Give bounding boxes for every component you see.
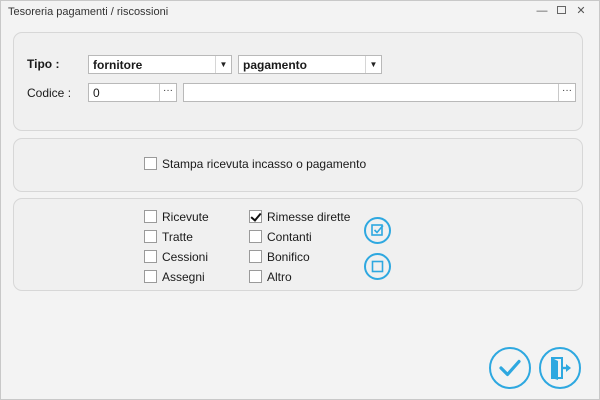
codice-description-input[interactable]: ··· [183,83,576,102]
print-receipt-label: Stampa ricevuta incasso o pagamento [162,157,367,171]
exit-button[interactable] [539,347,581,389]
maximize-icon [556,6,566,14]
print-receipt-checkbox[interactable] [144,157,157,170]
dialog-window: Tesoreria pagamenti / riscossioni — ✕ Ti… [0,0,600,400]
chevron-down-icon[interactable]: ▼ [215,56,231,73]
description-lookup-button[interactable]: ··· [558,84,575,101]
checkbox-cessioni[interactable] [144,250,157,263]
deselect-all-button[interactable] [364,253,391,280]
checkbox-assegni[interactable] [144,270,157,283]
label-assegni: Assegni [162,270,205,284]
label-rimesse-dirette: Rimesse dirette [267,210,351,224]
check-all-icon [371,224,384,236]
title-bar: Tesoreria pagamenti / riscossioni — ✕ [1,1,599,23]
selection-panel: Tipo : fornitore ▼ pagamento ▼ Codice : … [13,32,583,131]
exit-door-icon [551,357,571,380]
confirm-button[interactable] [489,347,531,389]
payment-types-panel: Ricevute Tratte Cessioni Assegni Rimesse… [13,198,583,291]
select-all-button[interactable] [364,217,391,244]
chevron-down-icon[interactable]: ▼ [365,56,381,73]
print-panel: Stampa ricevuta incasso o pagamento [13,138,583,192]
label-altro: Altro [267,270,292,284]
tipo-mode-value: pagamento [243,58,308,72]
label-ricevute: Ricevute [162,210,209,224]
codice-lookup-button[interactable]: ··· [159,84,176,101]
label-cessioni: Cessioni [162,250,209,264]
checkbox-contanti[interactable] [249,230,262,243]
codice-label: Codice : [27,86,72,100]
checkbox-tratte[interactable] [144,230,157,243]
uncheck-all-icon [371,260,384,273]
checkbox-altro[interactable] [249,270,262,283]
checkbox-rimesse-dirette[interactable] [249,210,262,223]
codice-input[interactable]: 0 ··· [88,83,177,102]
minimize-button[interactable]: — [533,3,551,19]
label-bonifico: Bonifico [267,250,310,264]
label-tratte: Tratte [162,230,193,244]
tipo-select[interactable]: fornitore ▼ [88,55,232,74]
close-button[interactable]: ✕ [572,3,590,19]
checkmark-icon [499,359,521,377]
tipo-label: Tipo : [27,57,60,71]
checkbox-bonifico[interactable] [249,250,262,263]
maximize-button[interactable] [552,3,570,19]
tipo-select-value: fornitore [93,58,143,72]
checkbox-ricevute[interactable] [144,210,157,223]
window-title: Tesoreria pagamenti / riscossioni [8,6,169,18]
codice-value: 0 [93,86,100,100]
label-contanti: Contanti [267,230,312,244]
tipo-mode-select[interactable]: pagamento ▼ [238,55,382,74]
